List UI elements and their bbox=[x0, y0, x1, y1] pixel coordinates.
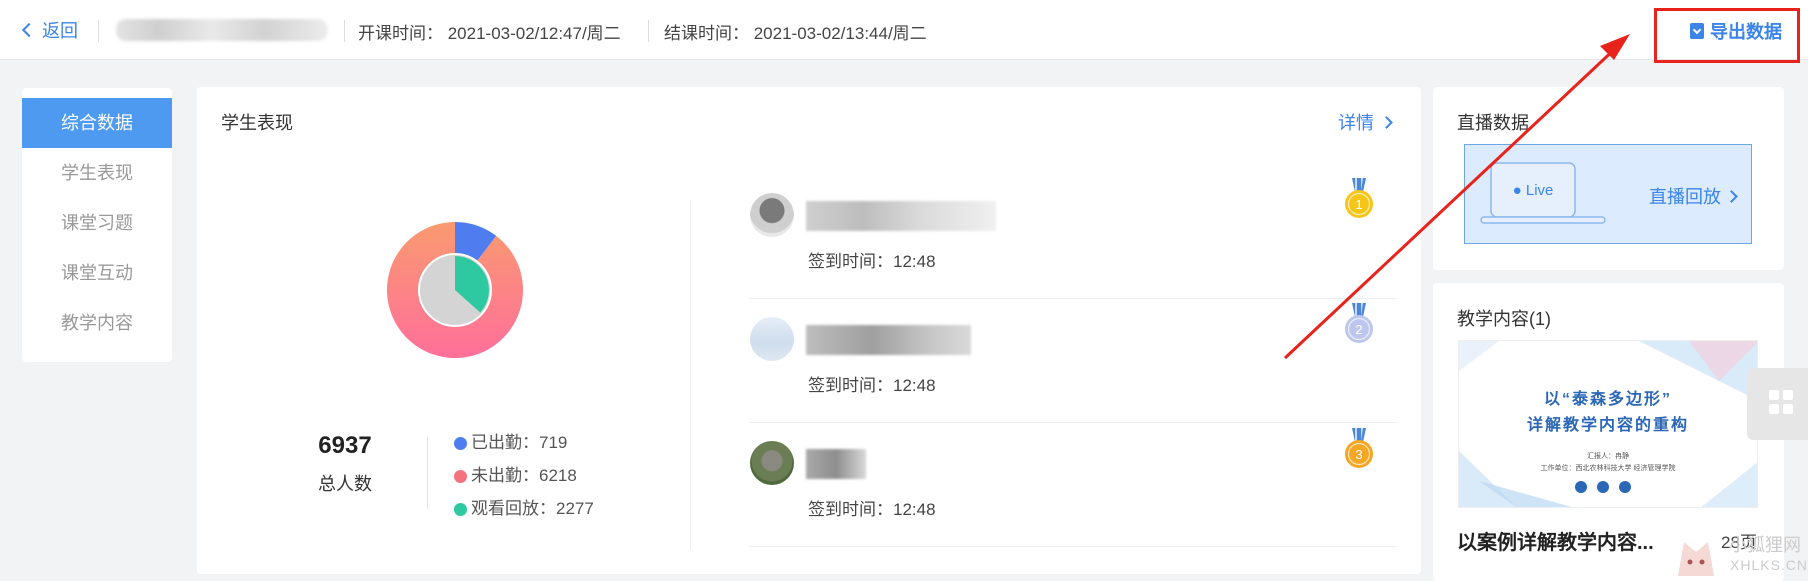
grid-icon bbox=[1769, 390, 1793, 414]
end-time: 结课时间： 2021-03-02/13:44/周二 bbox=[664, 24, 927, 43]
live-title: 直播数据 bbox=[1457, 113, 1529, 133]
attendance-donut-chart bbox=[387, 222, 523, 358]
student-name-blurred bbox=[806, 325, 971, 355]
avatar bbox=[750, 193, 794, 237]
signin-time: 签到时间：12:48 bbox=[808, 500, 936, 519]
total-count: 6937 bbox=[318, 432, 372, 459]
nav-item-exercises[interactable]: 课堂习题 bbox=[22, 198, 172, 248]
nav-item-student-performance[interactable]: 学生表现 bbox=[22, 148, 172, 198]
medal-silver-icon: 2 bbox=[1345, 303, 1373, 343]
medal-gold-icon: 1 bbox=[1345, 178, 1373, 218]
live-badge: ● Live bbox=[1513, 182, 1554, 199]
legend-divider bbox=[427, 437, 428, 509]
student-row[interactable]: 签到时间：12:48 bbox=[749, 175, 1397, 299]
medal-rank: 1 bbox=[1355, 197, 1362, 212]
chevron-right-icon bbox=[1380, 115, 1393, 129]
course-title-blurred bbox=[116, 19, 328, 41]
export-label: 导出数据 bbox=[1710, 22, 1782, 42]
divider bbox=[648, 20, 649, 42]
live-data-card: 直播数据 ● Live 直播回放 bbox=[1433, 87, 1784, 270]
nav-item-interaction[interactable]: 课堂互动 bbox=[22, 248, 172, 298]
course-name[interactable]: 以案例详解教学内容... bbox=[1457, 526, 1654, 555]
column-divider bbox=[690, 200, 691, 550]
avatar bbox=[750, 441, 794, 485]
content-title: 教学内容(1) bbox=[1457, 309, 1551, 329]
watermark-text: 小狐狸网 bbox=[1729, 535, 1801, 555]
total-label: 总人数 bbox=[318, 474, 372, 494]
slide-thumbnail[interactable]: 以“泰森多边形” 详解教学内容的重构 汇报人：冉静 工作单位：西北农林科技大学 … bbox=[1458, 340, 1758, 508]
live-replay-banner[interactable]: ● Live 直播回放 bbox=[1464, 144, 1752, 244]
chevron-right-icon bbox=[1725, 189, 1738, 203]
legend-dot bbox=[454, 470, 467, 483]
signin-time: 签到时间：12:48 bbox=[808, 252, 936, 271]
slide-presenter: 汇报人：冉静 bbox=[1587, 453, 1629, 460]
legend-label: 已出勤：719 bbox=[471, 433, 568, 452]
download-icon bbox=[1690, 23, 1704, 39]
back-button[interactable]: 返回 bbox=[21, 18, 78, 42]
student-name-blurred bbox=[806, 449, 866, 479]
legend-label: 观看回放：2277 bbox=[471, 499, 594, 518]
student-performance-card: 学生表现 详情 6937 总人数 已出勤：719 未出勤：6218 观看回放：2… bbox=[197, 87, 1421, 574]
back-label: 返回 bbox=[42, 21, 78, 41]
export-data-button[interactable]: 导出数据 bbox=[1690, 18, 1782, 44]
student-row[interactable]: 签到时间：12:48 bbox=[749, 423, 1397, 547]
floating-side-tool[interactable] bbox=[1747, 368, 1808, 440]
monitor-icon: ● Live bbox=[1480, 162, 1606, 224]
divider bbox=[344, 20, 345, 42]
chevron-left-icon bbox=[21, 22, 37, 38]
details-label: 详情 bbox=[1338, 113, 1374, 133]
left-nav: 综合数据 学生表现 课堂习题 课堂互动 教学内容 bbox=[22, 88, 172, 362]
divider bbox=[98, 20, 99, 42]
avatar bbox=[750, 317, 794, 361]
legend-item-replay: 观看回放：2277 bbox=[454, 498, 604, 520]
legend-dot bbox=[454, 437, 467, 450]
watermark-url: XHLKS.CN bbox=[1730, 557, 1808, 573]
slide-affiliation: 工作单位：西北农林科技大学 经济管理学院 bbox=[1540, 465, 1676, 472]
legend-item-attended: 已出勤：719 bbox=[454, 432, 604, 454]
medal-rank: 3 bbox=[1355, 447, 1362, 462]
student-row[interactable]: 签到时间：12:48 bbox=[749, 299, 1397, 423]
live-replay-link[interactable]: 直播回放 bbox=[1649, 183, 1738, 209]
live-replay-label: 直播回放 bbox=[1649, 187, 1721, 207]
nav-item-overview[interactable]: 综合数据 bbox=[22, 98, 172, 148]
slide-title-line1: 以“泰森多边形” bbox=[1543, 391, 1672, 408]
legend: 已出勤：719 未出勤：6218 观看回放：2277 bbox=[454, 432, 604, 531]
slide-title-line2: 详解教学内容的重构 bbox=[1526, 417, 1689, 434]
signin-time: 签到时间：12:48 bbox=[808, 376, 936, 395]
details-link[interactable]: 详情 bbox=[1338, 109, 1393, 135]
medal-rank: 2 bbox=[1355, 322, 1362, 337]
legend-item-absent: 未出勤：6218 bbox=[454, 465, 604, 487]
medal-bronze-icon: 3 bbox=[1345, 428, 1373, 468]
card-title: 学生表现 bbox=[221, 113, 293, 133]
top-bar: 返回 开课时间： 2021-03-02/12:47/周二 结课时间： 2021-… bbox=[0, 0, 1808, 63]
nav-item-teaching-content[interactable]: 教学内容 bbox=[22, 298, 172, 348]
start-time: 开课时间： 2021-03-02/12:47/周二 bbox=[358, 24, 621, 43]
legend-dot bbox=[454, 503, 467, 516]
legend-label: 未出勤：6218 bbox=[471, 466, 577, 485]
student-name-blurred bbox=[806, 201, 996, 231]
